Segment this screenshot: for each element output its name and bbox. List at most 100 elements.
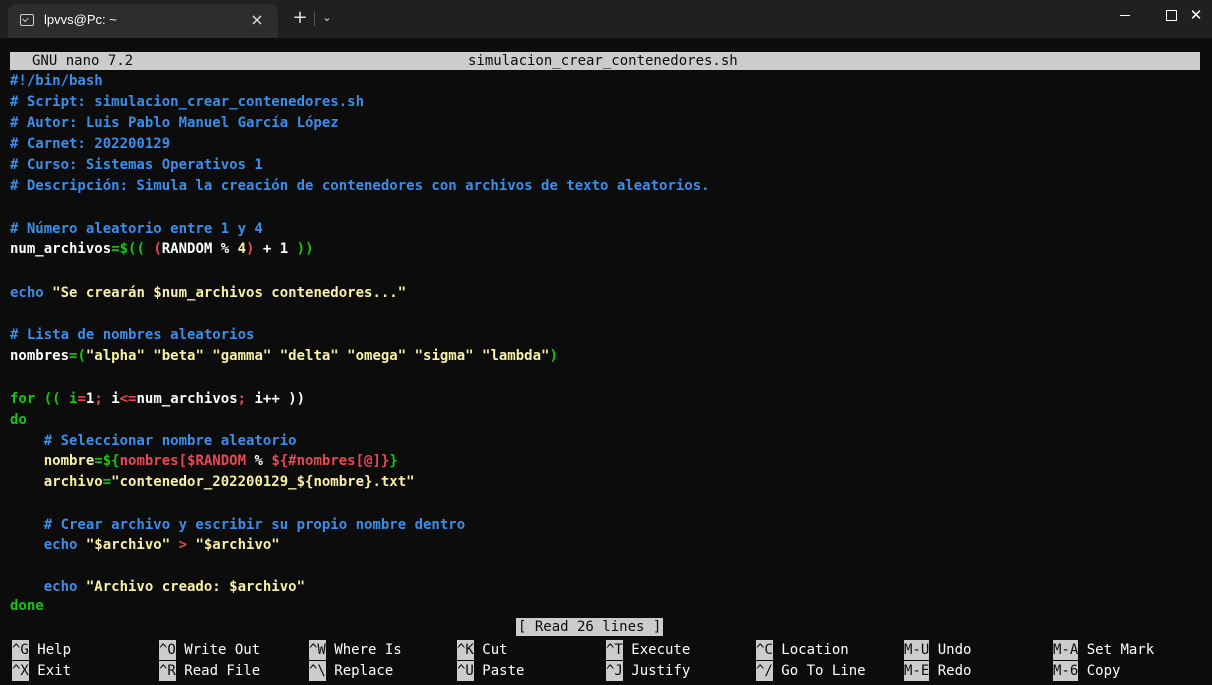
- shortcut-replace[interactable]: ^\ Replace: [309, 661, 393, 681]
- shortcut-key: M-A: [1053, 640, 1079, 660]
- code-token: num_archivos: [10, 241, 112, 257]
- shortcut-key: M-E: [904, 661, 930, 681]
- shortcut-key: ^C: [756, 640, 773, 660]
- terminal-tab[interactable]: lpvvs@Pc: ~ ×: [8, 4, 278, 38]
- code-line-23: echo "$archivo" > "$archivo": [10, 535, 280, 555]
- shortcut-paste[interactable]: ^U Paste: [457, 661, 524, 681]
- shortcut-label: Where Is: [325, 642, 402, 658]
- code-line-4: # Carnet: 202200129: [10, 136, 171, 152]
- window-titlebar: lpvvs@Pc: ~ × + ⌄ ✕: [0, 0, 1212, 38]
- code-token: (( i: [35, 391, 78, 407]
- code-line-26: done: [10, 598, 44, 614]
- code-line-25: echo "Archivo creado: $archivo": [10, 577, 305, 597]
- shortcut-justify[interactable]: ^J Justify: [606, 661, 690, 681]
- shortcut-key: ^U: [457, 661, 474, 681]
- shortcut-key: ^G: [12, 640, 29, 660]
- code-token: ${#nombres[@]}: [271, 453, 390, 469]
- code-line-2: # Script: simulacion_crear_contenedores.…: [10, 94, 365, 110]
- shortcut-label: Undo: [929, 642, 972, 658]
- code-token: nombres: [10, 348, 70, 364]
- code-token: =${: [94, 453, 120, 469]
- code-token: "contenedor_202200129_${nombre}.txt": [111, 474, 415, 490]
- shortcut-key: ^X: [12, 661, 29, 681]
- shortcut-label: Replace: [325, 663, 394, 679]
- shortcut-label: Exit: [28, 663, 72, 679]
- code-line-5: # Curso: Sistemas Operativos 1: [10, 157, 263, 173]
- code-token: 4: [237, 241, 247, 257]
- tab-dropdown-chevron-icon[interactable]: ⌄: [320, 10, 334, 26]
- code-token: ): [549, 348, 558, 364]
- code-line-14: nombres=("alpha" "beta" "gamma" "delta" …: [10, 346, 558, 366]
- code-token: =$((: [111, 241, 154, 257]
- shortcut-undo[interactable]: M-U Undo: [904, 640, 971, 660]
- code-token: "$archivo": [195, 537, 280, 553]
- code-token: )): [296, 241, 314, 257]
- code-token: nombres[$RANDOM: [119, 453, 247, 469]
- terminal-icon: [20, 14, 34, 26]
- nano-header-bar: GNU nano 7.2 simulacion_crear_contenedor…: [10, 52, 1200, 70]
- shortcut-label: Redo: [929, 663, 972, 679]
- code-line-6: # Descripción: Simula la creación de con…: [10, 178, 710, 194]
- shortcut-copy[interactable]: M-6 Copy: [1053, 661, 1120, 681]
- nano-filename: simulacion_crear_contenedores.sh: [468, 53, 738, 69]
- code-line-22: # Crear archivo y escribir su propio nom…: [10, 517, 466, 533]
- code-line-20: archivo="contenedor_202200129_${nombre}.…: [10, 472, 415, 492]
- shortcut-label: Go To Line: [772, 663, 866, 679]
- code-token: num_archivos: [136, 391, 238, 407]
- code-line-16: for (( i=1; i<=num_archivos; i++ )): [10, 389, 305, 409]
- code-line-19: nombre=${nombres[$RANDOM % ${#nombres[@]…: [10, 451, 398, 471]
- code-token: %: [246, 453, 272, 469]
- close-window-button[interactable]: ✕: [1180, 0, 1212, 32]
- shortcut-label: Help: [28, 642, 72, 658]
- new-tab-plus-icon[interactable]: +: [292, 9, 308, 27]
- shortcut-key: ^O: [159, 640, 176, 660]
- shortcut-help[interactable]: ^G Help: [12, 640, 71, 660]
- code-token: echo: [10, 537, 86, 553]
- terminal-area[interactable]: GNU nano 7.2 simulacion_crear_contenedor…: [0, 38, 1212, 685]
- minimize-button[interactable]: [1102, 0, 1148, 32]
- code-token: }: [389, 453, 398, 469]
- shortcut-label: Execute: [622, 642, 691, 658]
- code-line-13: # Lista de nombres aleatorios: [10, 327, 255, 343]
- code-token: "Archivo creado: $archivo": [85, 579, 306, 595]
- code-line-9: num_archivos=$(( (RANDOM % 4) + 1 )): [10, 239, 314, 259]
- shortcut-exit[interactable]: ^X Exit: [12, 661, 71, 681]
- shortcut-execute[interactable]: ^T Execute: [606, 640, 690, 660]
- code-line-8: # Número aleatorio entre 1 y 4: [10, 221, 263, 237]
- shortcut-key: ^R: [159, 661, 176, 681]
- code-line-18: # Seleccionar nombre aleatorio: [10, 433, 297, 449]
- tab-close-icon[interactable]: ×: [247, 10, 267, 30]
- code-token: =(: [69, 348, 86, 364]
- code-token: i: [102, 391, 120, 407]
- shortcut-where-is[interactable]: ^W Where Is: [309, 640, 402, 660]
- shortcut-cut[interactable]: ^K Cut: [457, 640, 508, 660]
- shortcut-label: Justify: [622, 663, 691, 679]
- code-token: + 1: [254, 241, 297, 257]
- code-line-1: #!/bin/bash: [10, 73, 103, 89]
- shortcut-redo[interactable]: M-E Redo: [904, 661, 971, 681]
- code-token: for: [10, 391, 36, 407]
- shortcut-read-file[interactable]: ^R Read File: [159, 661, 260, 681]
- shortcut-key: ^T: [606, 640, 623, 660]
- code-token: archivo: [10, 474, 103, 490]
- code-token: i++ )): [246, 391, 306, 407]
- shortcut-key: ^\: [309, 661, 326, 681]
- shortcut-key: ^W: [309, 640, 326, 660]
- code-token: =: [102, 474, 112, 490]
- shortcut-location[interactable]: ^C Location: [756, 640, 849, 660]
- code-token: nombre: [10, 453, 95, 469]
- shortcut-label: Copy: [1078, 663, 1121, 679]
- shortcut-label: Write Out: [175, 642, 261, 658]
- shortcut-label: Read File: [175, 663, 261, 679]
- tab-separator: [314, 12, 315, 26]
- code-token: =: [77, 391, 86, 407]
- shortcut-set-mark[interactable]: M-A Set Mark: [1053, 640, 1154, 660]
- code-token: (: [153, 241, 162, 257]
- code-token: echo: [10, 579, 86, 595]
- shortcut-write-out[interactable]: ^O Write Out: [159, 640, 260, 660]
- code-token: "alpha" "beta" "gamma" "delta" "omega" "…: [85, 348, 550, 364]
- code-token: ;: [237, 391, 247, 407]
- code-token: >: [170, 537, 196, 553]
- shortcut-go-to-line[interactable]: ^/ Go To Line: [756, 661, 866, 681]
- shortcut-label: Paste: [473, 663, 525, 679]
